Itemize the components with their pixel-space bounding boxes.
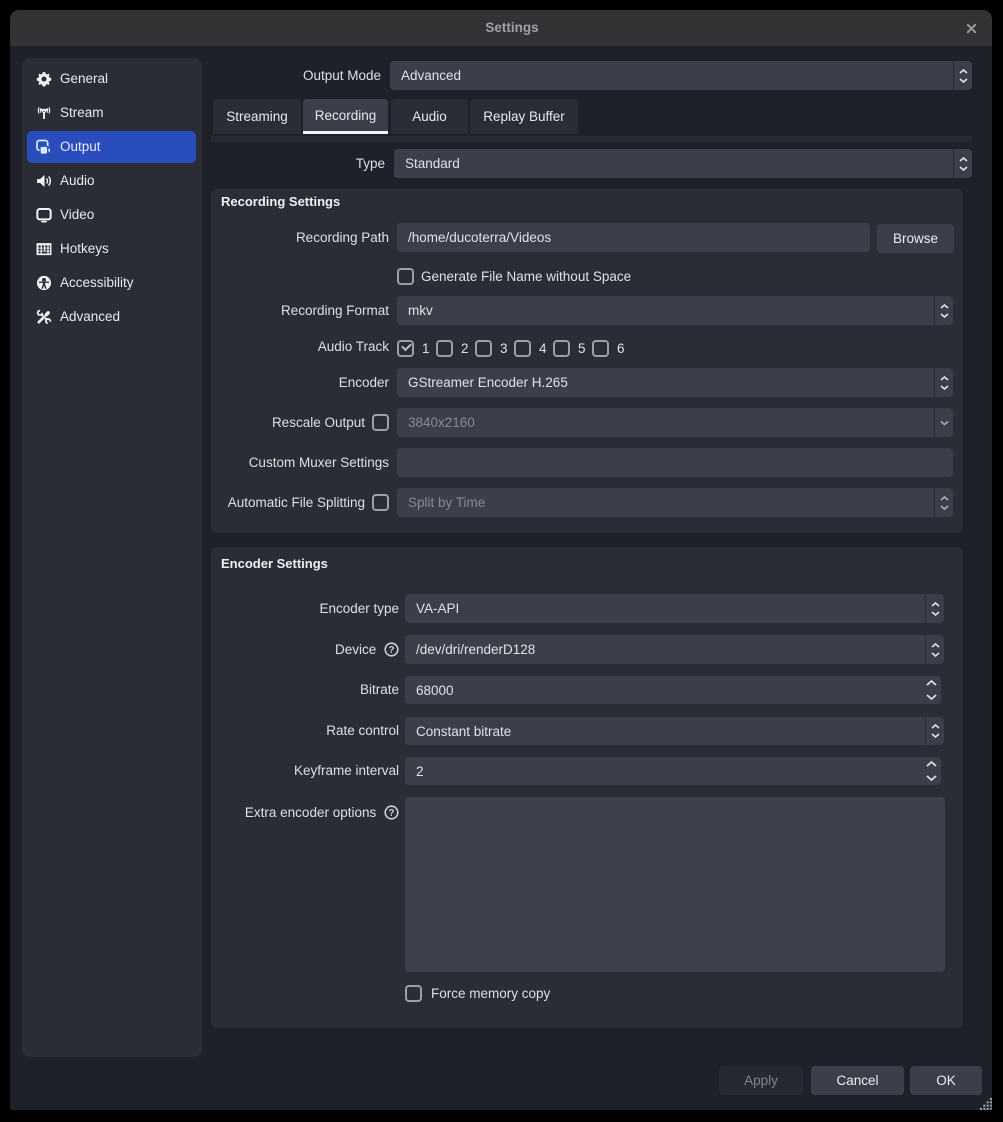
svg-text:?: ? [388,645,394,656]
svg-text:?: ? [388,808,394,819]
